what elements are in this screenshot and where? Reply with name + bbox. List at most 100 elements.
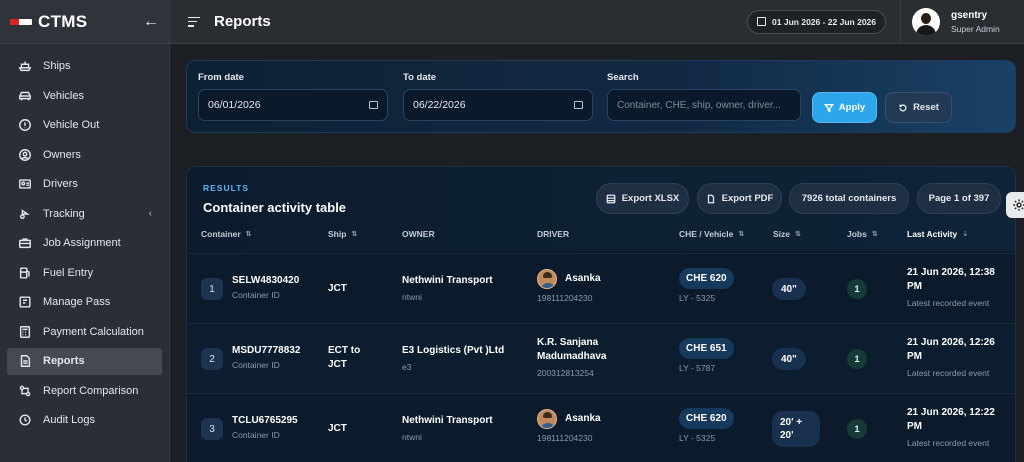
to-date-input[interactable]: 06/22/2026 xyxy=(403,89,593,121)
driver-id: 200312813254 xyxy=(537,368,594,378)
sort-icon[interactable]: ⇅ xyxy=(246,230,252,238)
sidebar-item-ships[interactable]: Ships xyxy=(7,53,162,80)
sidebar-item-label: Drivers xyxy=(43,178,78,190)
sort-icon[interactable]: ⇅ xyxy=(351,230,357,238)
sidebar-item-tracking[interactable]: Tracking ‹ xyxy=(7,200,162,227)
sidebar-item-label: Manage Pass xyxy=(43,296,111,308)
app-title: CTMS xyxy=(38,11,88,31)
container-id: SELW4830420 xyxy=(232,275,300,286)
sidebar-item-payment-calculation[interactable]: Payment Calculation xyxy=(7,318,162,345)
brand: CTMS ← xyxy=(0,0,169,44)
table-row[interactable]: 1 SELW4830420 Container ID JCT Nethwini … xyxy=(187,253,1015,323)
topbar: Reports 01 Jun 2026 - 22 Jun 2026 gsentr… xyxy=(170,0,1024,44)
driver-avatar xyxy=(537,409,557,429)
file-icon xyxy=(707,194,714,203)
sort-icon[interactable]: ⇅ xyxy=(872,230,878,238)
collapse-sidebar-icon[interactable]: ← xyxy=(143,13,159,31)
ship-icon xyxy=(17,58,33,74)
sidebar-item-vehicles[interactable]: Vehicles xyxy=(7,82,162,109)
from-date-group: From date 06/01/2026 xyxy=(198,72,388,121)
owner-code: ntwni xyxy=(402,432,422,442)
sort-desc-icon[interactable]: ⇣ xyxy=(962,230,968,238)
row-index: 1 xyxy=(201,278,223,300)
alert-circle-icon xyxy=(17,117,33,133)
export-xlsx-button[interactable]: Export XLSX xyxy=(596,183,689,214)
sidebar-item-owners[interactable]: Owners xyxy=(7,141,162,168)
calendar-icon xyxy=(757,17,767,26)
size-badge: 40" xyxy=(772,278,806,300)
container-id-caption: Container ID xyxy=(232,290,280,300)
export-pdf-label: Export PDF xyxy=(721,193,774,204)
reset-button[interactable]: Reset xyxy=(885,92,952,123)
sidebar-item-drivers[interactable]: Drivers xyxy=(7,171,162,198)
from-date-input[interactable]: 06/01/2026 xyxy=(198,89,388,121)
sidebar-item-fuel-entry[interactable]: Fuel Entry xyxy=(7,259,162,286)
sidebar-item-manage-pass[interactable]: Manage Pass xyxy=(7,289,162,316)
sidebar-item-audit-logs[interactable]: Audit Logs xyxy=(7,407,162,434)
briefcase-icon xyxy=(17,235,33,251)
sidebar-item-label: Ships xyxy=(43,60,71,72)
column-header-size[interactable]: Size ⇅ xyxy=(773,229,801,239)
search-label: Search xyxy=(607,72,639,83)
history-icon xyxy=(17,412,33,428)
last-activity-time: 21 Jun 2026, 12:38 PM xyxy=(907,267,995,292)
chevron-left-icon[interactable]: ‹ xyxy=(149,208,152,219)
sidebar-item-label: Vehicles xyxy=(43,89,84,102)
calculator-icon xyxy=(17,324,33,340)
search-input[interactable]: Container, CHE, ship, owner, driver... xyxy=(607,89,801,121)
vehicle-number: LY - 5325 xyxy=(679,293,716,303)
to-date-value: 06/22/2026 xyxy=(413,99,466,111)
column-header-driver: DRIVER xyxy=(537,229,570,239)
sidebar-item-vehicle-out[interactable]: Vehicle Out xyxy=(7,112,162,139)
car-icon xyxy=(17,88,33,104)
from-date-value: 06/01/2026 xyxy=(208,99,261,111)
container-id-caption: Container ID xyxy=(232,430,280,440)
search-placeholder: Container, CHE, ship, owner, driver... xyxy=(617,99,781,111)
owner-name: Nethwini Transport xyxy=(402,415,493,426)
user-menu[interactable]: gsentry Super Admin xyxy=(900,0,1024,44)
driver-name: Asanka xyxy=(565,273,601,284)
column-header-ship[interactable]: Ship ⇅ xyxy=(328,229,357,239)
column-header-last-activity[interactable]: Last Activity ⇣ xyxy=(907,229,968,239)
table-row[interactable]: 2 MSDU7778832 Container ID ECT to JCT E3… xyxy=(187,323,1015,393)
last-activity-time: 21 Jun 2026, 12:26 PM xyxy=(907,337,995,362)
fuel-icon xyxy=(17,265,33,281)
sidebar-item-label: Audit Logs xyxy=(43,414,95,426)
sidebar-item-job-assignment[interactable]: Job Assignment xyxy=(7,230,162,257)
to-date-group: To date 06/22/2026 xyxy=(403,72,593,121)
menu-icon[interactable] xyxy=(188,16,200,27)
driver-id: 198111204230 xyxy=(537,293,593,303)
che-badge: CHE 651 xyxy=(679,338,734,359)
sidebar-item-label: Vehicle Out xyxy=(43,119,100,131)
driver-id: 198111204230 xyxy=(537,433,593,443)
calendar-icon[interactable] xyxy=(369,101,378,109)
driver-name: K.R. Sanjana Madumadhava xyxy=(537,337,607,362)
sort-icon[interactable]: ⇅ xyxy=(738,230,744,238)
sidebar-item-reports[interactable]: Reports xyxy=(7,347,162,375)
apply-button[interactable]: Apply xyxy=(812,92,877,123)
sort-icon[interactable]: ⇅ xyxy=(795,230,801,238)
table-row[interactable]: 3 TCLU6765295 Container ID JCT Nethwini … xyxy=(187,393,1015,462)
results-title: Container activity table xyxy=(203,200,347,215)
settings-gear-icon[interactable] xyxy=(1006,192,1024,218)
report-icon xyxy=(17,353,33,369)
column-header-che-vehicle[interactable]: CHE / Vehicle ⇅ xyxy=(679,229,744,239)
export-pdf-button[interactable]: Export PDF xyxy=(697,183,782,214)
last-activity-caption: Latest recorded event xyxy=(907,298,990,308)
total-containers-text: 7926 total containers xyxy=(801,193,897,204)
container-id: TCLU6765295 xyxy=(232,415,298,426)
ship-cell: JCT xyxy=(328,423,347,434)
calendar-icon[interactable] xyxy=(574,101,583,109)
logo-icon xyxy=(10,17,32,27)
user-circle-icon xyxy=(17,147,33,163)
sidebar-item-report-comparison[interactable]: Report Comparison xyxy=(7,377,162,404)
date-range-pill[interactable]: 01 Jun 2026 - 22 Jun 2026 xyxy=(747,9,886,34)
page-title: Reports xyxy=(214,13,271,30)
filter-icon xyxy=(823,103,834,112)
avatar xyxy=(912,7,940,36)
page-indicator: Page 1 of 397 xyxy=(917,183,1001,214)
pass-icon xyxy=(17,294,33,310)
column-header-container[interactable]: Container ⇅ xyxy=(201,229,252,239)
from-date-label: From date xyxy=(198,72,244,83)
column-header-jobs[interactable]: Jobs ⇅ xyxy=(847,229,878,239)
